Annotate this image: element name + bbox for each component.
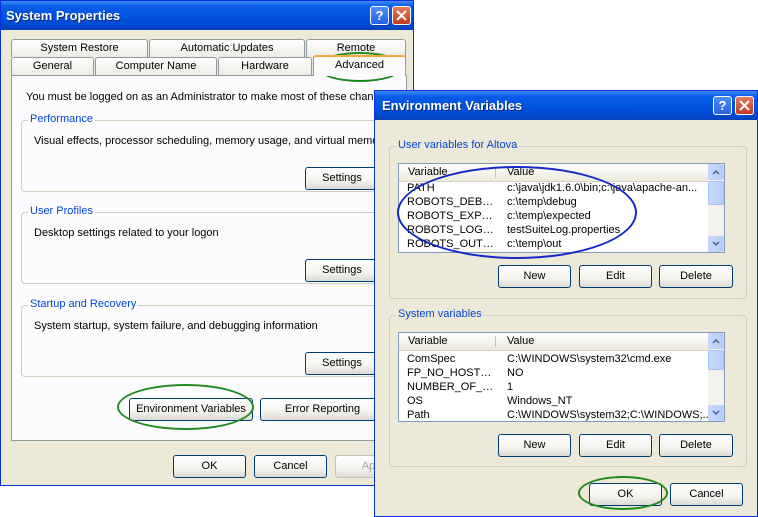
advanced-tab-panel: You must be logged on as an Administrato… xyxy=(11,75,407,441)
cell-variable: ROBOTS_LOGGI... xyxy=(407,224,497,236)
cell-variable: PATH xyxy=(407,182,435,194)
performance-description: Visual effects, processor scheduling, me… xyxy=(34,135,388,147)
tab-system-restore[interactable]: System Restore xyxy=(11,39,148,57)
cell-value: c:\temp\debug xyxy=(507,196,577,208)
table-row[interactable]: PATH c:\java\jdk1.6.0\bin;c:\java\apache… xyxy=(399,181,708,195)
table-row[interactable]: ComSpec C:\WINDOWS\system32\cmd.exe xyxy=(399,352,708,366)
scroll-down-button[interactable] xyxy=(708,236,724,252)
environment-variables-title: Environment Variables xyxy=(382,98,523,113)
system-variables-list[interactable]: Variable Value ComSpec C:\WINDOWS\system… xyxy=(398,332,725,422)
user-variables-group: User variables for Altova Variable Value… xyxy=(389,139,747,299)
cell-value: C:\WINDOWS\system32;C:\WINDOWS;... xyxy=(507,409,712,421)
cell-value: testSuiteLog.properties xyxy=(507,224,621,236)
system-properties-window: System Properties ? System Restore Autom… xyxy=(0,0,414,486)
scroll-down-button[interactable] xyxy=(708,405,724,421)
performance-settings-button[interactable]: Settings xyxy=(305,167,379,190)
cell-value: c:\temp\expected xyxy=(507,210,591,222)
user-new-button[interactable]: New xyxy=(498,265,571,288)
column-header-variable[interactable]: Variable xyxy=(408,166,448,178)
scroll-thumb[interactable] xyxy=(708,181,724,205)
scroll-up-button[interactable] xyxy=(708,333,724,349)
user-variables-scrollbar[interactable] xyxy=(708,164,724,252)
close-icon xyxy=(739,100,750,111)
chevron-down-icon xyxy=(712,410,720,416)
help-button[interactable]: ? xyxy=(370,6,389,25)
table-row[interactable]: ROBOTS_DEBU... c:\temp\debug xyxy=(399,195,708,209)
cell-value: Windows_NT xyxy=(507,395,573,407)
user-variables-list[interactable]: Variable Value PATH c:\java\jdk1.6.0\bin… xyxy=(398,163,725,253)
system-edit-button[interactable]: Edit xyxy=(579,434,652,457)
chevron-up-icon xyxy=(712,338,720,344)
env-close-button[interactable] xyxy=(735,96,754,115)
table-row[interactable]: ROBOTS_LOGGI... testSuiteLog.properties xyxy=(399,223,708,237)
performance-group: Performance Visual effects, processor sc… xyxy=(21,113,399,192)
chevron-down-icon xyxy=(712,241,720,247)
env-help-button[interactable]: ? xyxy=(713,96,732,115)
system-properties-title: System Properties xyxy=(6,8,121,23)
user-variables-header: Variable Value xyxy=(399,164,708,182)
cell-variable: FP_NO_HOST_C... xyxy=(407,367,497,379)
cell-variable: ROBOTS_OUT_... xyxy=(407,238,497,250)
user-variables-legend: User variables for Altova xyxy=(396,139,520,151)
cell-variable: OS xyxy=(407,395,423,407)
table-row[interactable]: Path C:\WINDOWS\system32;C:\WINDOWS;... xyxy=(399,408,712,421)
column-header-value[interactable]: Value xyxy=(507,166,534,178)
chevron-up-icon xyxy=(712,169,720,175)
system-new-button[interactable]: New xyxy=(498,434,571,457)
table-row[interactable]: FP_NO_HOST_C... NO xyxy=(399,366,708,380)
close-button[interactable] xyxy=(392,6,411,25)
user-profiles-description: Desktop settings related to your logon xyxy=(34,227,219,239)
cell-variable: NUMBER_OF_P... xyxy=(407,381,497,393)
system-variables-scrollbar[interactable] xyxy=(708,333,724,421)
tab-general[interactable]: General xyxy=(11,57,94,75)
cancel-button[interactable]: Cancel xyxy=(254,455,327,478)
admin-notice: You must be logged on as an Administrato… xyxy=(26,91,386,103)
env-ok-button[interactable]: OK xyxy=(589,483,662,506)
close-icon xyxy=(396,10,407,21)
performance-legend: Performance xyxy=(28,113,95,125)
table-row[interactable]: ROBOTS_OUT_... c:\temp\out xyxy=(399,237,708,251)
cell-value: c:\java\jdk1.6.0\bin;c:\java\apache-an..… xyxy=(507,182,698,194)
error-reporting-button[interactable]: Error Reporting xyxy=(260,398,385,421)
system-delete-button[interactable]: Delete xyxy=(659,434,733,457)
user-delete-button[interactable]: Delete xyxy=(659,265,733,288)
cell-variable: ROBOTS_DEBU... xyxy=(407,196,497,208)
system-properties-titlebar[interactable]: System Properties ? xyxy=(1,1,413,30)
table-row[interactable]: ROBOTS_EXPEC... c:\temp\expected xyxy=(399,209,708,223)
tab-advanced[interactable]: Advanced xyxy=(313,55,406,76)
environment-variables-titlebar[interactable]: Environment Variables ? xyxy=(375,91,757,120)
startup-recovery-legend: Startup and Recovery xyxy=(28,298,139,310)
table-row[interactable]: OS Windows_NT xyxy=(399,394,708,408)
tab-automatic-updates[interactable]: Automatic Updates xyxy=(149,39,305,57)
cell-value: 1 xyxy=(507,381,514,393)
user-edit-button[interactable]: Edit xyxy=(579,265,652,288)
env-cancel-button[interactable]: Cancel xyxy=(670,483,743,506)
cell-variable: Path xyxy=(407,409,430,421)
tab-computer-name[interactable]: Computer Name xyxy=(95,57,217,75)
scroll-thumb[interactable] xyxy=(708,350,724,370)
cell-value: NO xyxy=(507,367,524,379)
cell-variable: ROBOTS_EXPEC... xyxy=(407,210,497,222)
system-variables-group: System variables Variable Value ComSpec … xyxy=(389,308,747,467)
startup-recovery-group: Startup and Recovery System startup, sys… xyxy=(21,298,399,377)
startup-recovery-description: System startup, system failure, and debu… xyxy=(34,320,318,332)
table-row[interactable]: NUMBER_OF_P... 1 xyxy=(399,380,708,394)
user-profiles-group: User Profiles Desktop settings related t… xyxy=(21,205,399,284)
cell-variable: ComSpec xyxy=(407,353,456,365)
user-profiles-legend: User Profiles xyxy=(28,205,95,217)
environment-variables-window: Environment Variables ? User variables f… xyxy=(374,90,758,517)
column-header-variable[interactable]: Variable xyxy=(408,335,448,347)
scroll-up-button[interactable] xyxy=(708,164,724,180)
startup-recovery-settings-button[interactable]: Settings xyxy=(305,352,379,375)
column-header-value[interactable]: Value xyxy=(507,335,534,347)
user-profiles-settings-button[interactable]: Settings xyxy=(305,259,379,282)
ok-button[interactable]: OK xyxy=(173,455,246,478)
cell-value: C:\WINDOWS\system32\cmd.exe xyxy=(507,353,672,365)
cell-value: c:\temp\out xyxy=(507,238,562,250)
environment-variables-button[interactable]: Environment Variables xyxy=(129,398,253,421)
system-variables-header: Variable Value xyxy=(399,333,708,351)
tab-hardware[interactable]: Hardware xyxy=(218,57,312,75)
system-variables-legend: System variables xyxy=(396,308,484,320)
